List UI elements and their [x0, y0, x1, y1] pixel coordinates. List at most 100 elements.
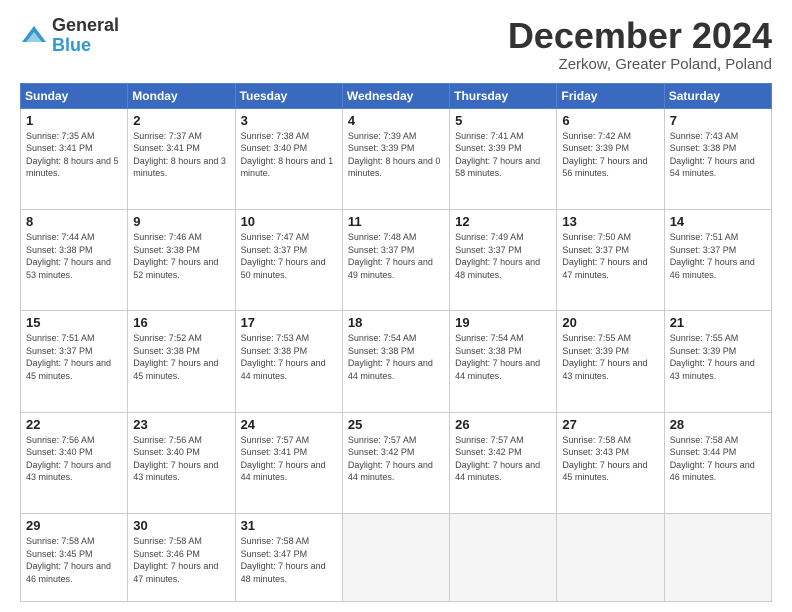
day-number: 6 — [562, 113, 658, 128]
day-info: Sunrise: 7:37 AMSunset: 3:41 PMDaylight:… — [133, 131, 226, 179]
title-block: December 2024 Zerkow, Greater Poland, Po… — [508, 16, 772, 73]
day-number: 25 — [348, 417, 444, 432]
day-info: Sunrise: 7:58 AMSunset: 3:47 PMDaylight:… — [241, 536, 326, 584]
table-row: 26Sunrise: 7:57 AMSunset: 3:42 PMDayligh… — [450, 412, 557, 513]
day-number: 23 — [133, 417, 229, 432]
day-number: 4 — [348, 113, 444, 128]
day-info: Sunrise: 7:58 AMSunset: 3:46 PMDaylight:… — [133, 536, 218, 584]
day-number: 8 — [26, 214, 122, 229]
day-number: 16 — [133, 315, 229, 330]
table-row: 15 Sunrise: 7:51 AMSunset: 3:37 PMDayligh… — [21, 311, 128, 412]
day-number: 12 — [455, 214, 551, 229]
logo-general-text: General — [52, 16, 119, 36]
day-number: 28 — [670, 417, 766, 432]
day-number: 24 — [241, 417, 337, 432]
day-number: 17 — [241, 315, 337, 330]
table-row: 23 Sunrise: 7:56 AMSunset: 3:40 PMDayligh… — [128, 412, 235, 513]
day-info: Sunrise: 7:49 AMSunset: 3:37 PMDaylight:… — [455, 232, 540, 280]
day-info: Sunrise: 7:51 AMSunset: 3:37 PMDaylight:… — [26, 333, 111, 381]
table-row: 20 Sunrise: 7:55 AMSunset: 3:39 PMDayligh… — [557, 311, 664, 412]
table-row: 18 Sunrise: 7:54 AMSunset: 3:38 PMDayligh… — [342, 311, 449, 412]
day-info: Sunrise: 7:38 AMSunset: 3:40 PMDaylight:… — [241, 131, 334, 179]
day-number: 5 — [455, 113, 551, 128]
table-row: 19 Sunrise: 7:54 AMSunset: 3:38 PMDayligh… — [450, 311, 557, 412]
table-row: 29Sunrise: 7:58 AMSunset: 3:45 PMDayligh… — [21, 513, 128, 601]
day-number: 9 — [133, 214, 229, 229]
day-number: 19 — [455, 315, 551, 330]
day-number: 29 — [26, 518, 122, 533]
table-row — [450, 513, 557, 601]
table-row: 24Sunrise: 7:57 AMSunset: 3:41 PMDayligh… — [235, 412, 342, 513]
table-row: 8 Sunrise: 7:44 AMSunset: 3:38 PMDaylight… — [21, 209, 128, 310]
table-row: 21 Sunrise: 7:55 AMSunset: 3:39 PMDayligh… — [664, 311, 771, 412]
table-row: 11 Sunrise: 7:48 AMSunset: 3:37 PMDayligh… — [342, 209, 449, 310]
day-info: Sunrise: 7:56 AMSunset: 3:40 PMDaylight:… — [133, 435, 218, 483]
header-tuesday: Tuesday — [235, 83, 342, 108]
table-row: 22Sunrise: 7:56 AMSunset: 3:40 PMDayligh… — [21, 412, 128, 513]
day-number: 1 — [26, 113, 122, 128]
day-number: 10 — [241, 214, 337, 229]
page: General Blue December 2024 Zerkow, Great… — [0, 0, 792, 612]
subtitle: Zerkow, Greater Poland, Poland — [508, 56, 772, 73]
weekday-header-row: Sunday Monday Tuesday Wednesday Thursday… — [21, 83, 772, 108]
calendar-row-4: 29Sunrise: 7:58 AMSunset: 3:45 PMDayligh… — [21, 513, 772, 601]
day-info: Sunrise: 7:42 AMSunset: 3:39 PMDaylight:… — [562, 131, 647, 179]
day-number: 11 — [348, 214, 444, 229]
table-row: 17Sunrise: 7:53 AMSunset: 3:38 PMDayligh… — [235, 311, 342, 412]
day-number: 31 — [241, 518, 337, 533]
table-row: 30 Sunrise: 7:58 AMSunset: 3:46 PMDayligh… — [128, 513, 235, 601]
table-row — [342, 513, 449, 601]
day-info: Sunrise: 7:46 AMSunset: 3:38 PMDaylight:… — [133, 232, 218, 280]
table-row: 28 Sunrise: 7:58 AMSunset: 3:44 PMDayligh… — [664, 412, 771, 513]
table-row: 10Sunrise: 7:47 AMSunset: 3:37 PMDayligh… — [235, 209, 342, 310]
calendar-table: Sunday Monday Tuesday Wednesday Thursday… — [20, 83, 772, 602]
day-number: 3 — [241, 113, 337, 128]
table-row: 4 Sunrise: 7:39 AMSunset: 3:39 PMDaylight… — [342, 108, 449, 209]
table-row — [664, 513, 771, 601]
day-number: 7 — [670, 113, 766, 128]
table-row: 1 Sunrise: 7:35 AMSunset: 3:41 PMDaylight… — [21, 108, 128, 209]
table-row: 14Sunrise: 7:51 AMSunset: 3:37 PMDayligh… — [664, 209, 771, 310]
day-number: 2 — [133, 113, 229, 128]
day-info: Sunrise: 7:48 AMSunset: 3:37 PMDaylight:… — [348, 232, 433, 280]
day-info: Sunrise: 7:54 AMSunset: 3:38 PMDaylight:… — [348, 333, 433, 381]
calendar-row-1: 8 Sunrise: 7:44 AMSunset: 3:38 PMDaylight… — [21, 209, 772, 310]
day-number: 20 — [562, 315, 658, 330]
day-info: Sunrise: 7:55 AMSunset: 3:39 PMDaylight:… — [670, 333, 755, 381]
calendar-row-2: 15 Sunrise: 7:51 AMSunset: 3:37 PMDayligh… — [21, 311, 772, 412]
logo-icon — [20, 22, 48, 50]
day-info: Sunrise: 7:56 AMSunset: 3:40 PMDaylight:… — [26, 435, 111, 483]
day-number: 30 — [133, 518, 229, 533]
day-info: Sunrise: 7:35 AMSunset: 3:41 PMDaylight:… — [26, 131, 119, 179]
day-info: Sunrise: 7:57 AMSunset: 3:42 PMDaylight:… — [455, 435, 540, 483]
day-number: 21 — [670, 315, 766, 330]
day-info: Sunrise: 7:58 AMSunset: 3:44 PMDaylight:… — [670, 435, 755, 483]
table-row: 25 Sunrise: 7:57 AMSunset: 3:42 PMDayligh… — [342, 412, 449, 513]
table-row: 9 Sunrise: 7:46 AMSunset: 3:38 PMDaylight… — [128, 209, 235, 310]
table-row: 31 Sunrise: 7:58 AMSunset: 3:47 PMDayligh… — [235, 513, 342, 601]
table-row: 3 Sunrise: 7:38 AMSunset: 3:40 PMDaylight… — [235, 108, 342, 209]
day-info: Sunrise: 7:55 AMSunset: 3:39 PMDaylight:… — [562, 333, 647, 381]
calendar-row-0: 1 Sunrise: 7:35 AMSunset: 3:41 PMDaylight… — [21, 108, 772, 209]
day-number: 15 — [26, 315, 122, 330]
header-friday: Friday — [557, 83, 664, 108]
day-number: 18 — [348, 315, 444, 330]
table-row: 16 Sunrise: 7:52 AMSunset: 3:38 PMDayligh… — [128, 311, 235, 412]
header-monday: Monday — [128, 83, 235, 108]
table-row: 5 Sunrise: 7:41 AMSunset: 3:39 PMDaylight… — [450, 108, 557, 209]
day-number: 14 — [670, 214, 766, 229]
table-row: 13Sunrise: 7:50 AMSunset: 3:37 PMDayligh… — [557, 209, 664, 310]
day-info: Sunrise: 7:52 AMSunset: 3:38 PMDaylight:… — [133, 333, 218, 381]
day-info: Sunrise: 7:57 AMSunset: 3:42 PMDaylight:… — [348, 435, 433, 483]
day-info: Sunrise: 7:39 AMSunset: 3:39 PMDaylight:… — [348, 131, 441, 179]
day-number: 27 — [562, 417, 658, 432]
header-thursday: Thursday — [450, 83, 557, 108]
day-info: Sunrise: 7:43 AMSunset: 3:38 PMDaylight:… — [670, 131, 755, 179]
day-number: 13 — [562, 214, 658, 229]
table-row: 12 Sunrise: 7:49 AMSunset: 3:37 PMDayligh… — [450, 209, 557, 310]
table-row: 6 Sunrise: 7:42 AMSunset: 3:39 PMDaylight… — [557, 108, 664, 209]
day-info: Sunrise: 7:44 AMSunset: 3:38 PMDaylight:… — [26, 232, 111, 280]
day-info: Sunrise: 7:41 AMSunset: 3:39 PMDaylight:… — [455, 131, 540, 179]
day-info: Sunrise: 7:54 AMSunset: 3:38 PMDaylight:… — [455, 333, 540, 381]
calendar-row-3: 22Sunrise: 7:56 AMSunset: 3:40 PMDayligh… — [21, 412, 772, 513]
